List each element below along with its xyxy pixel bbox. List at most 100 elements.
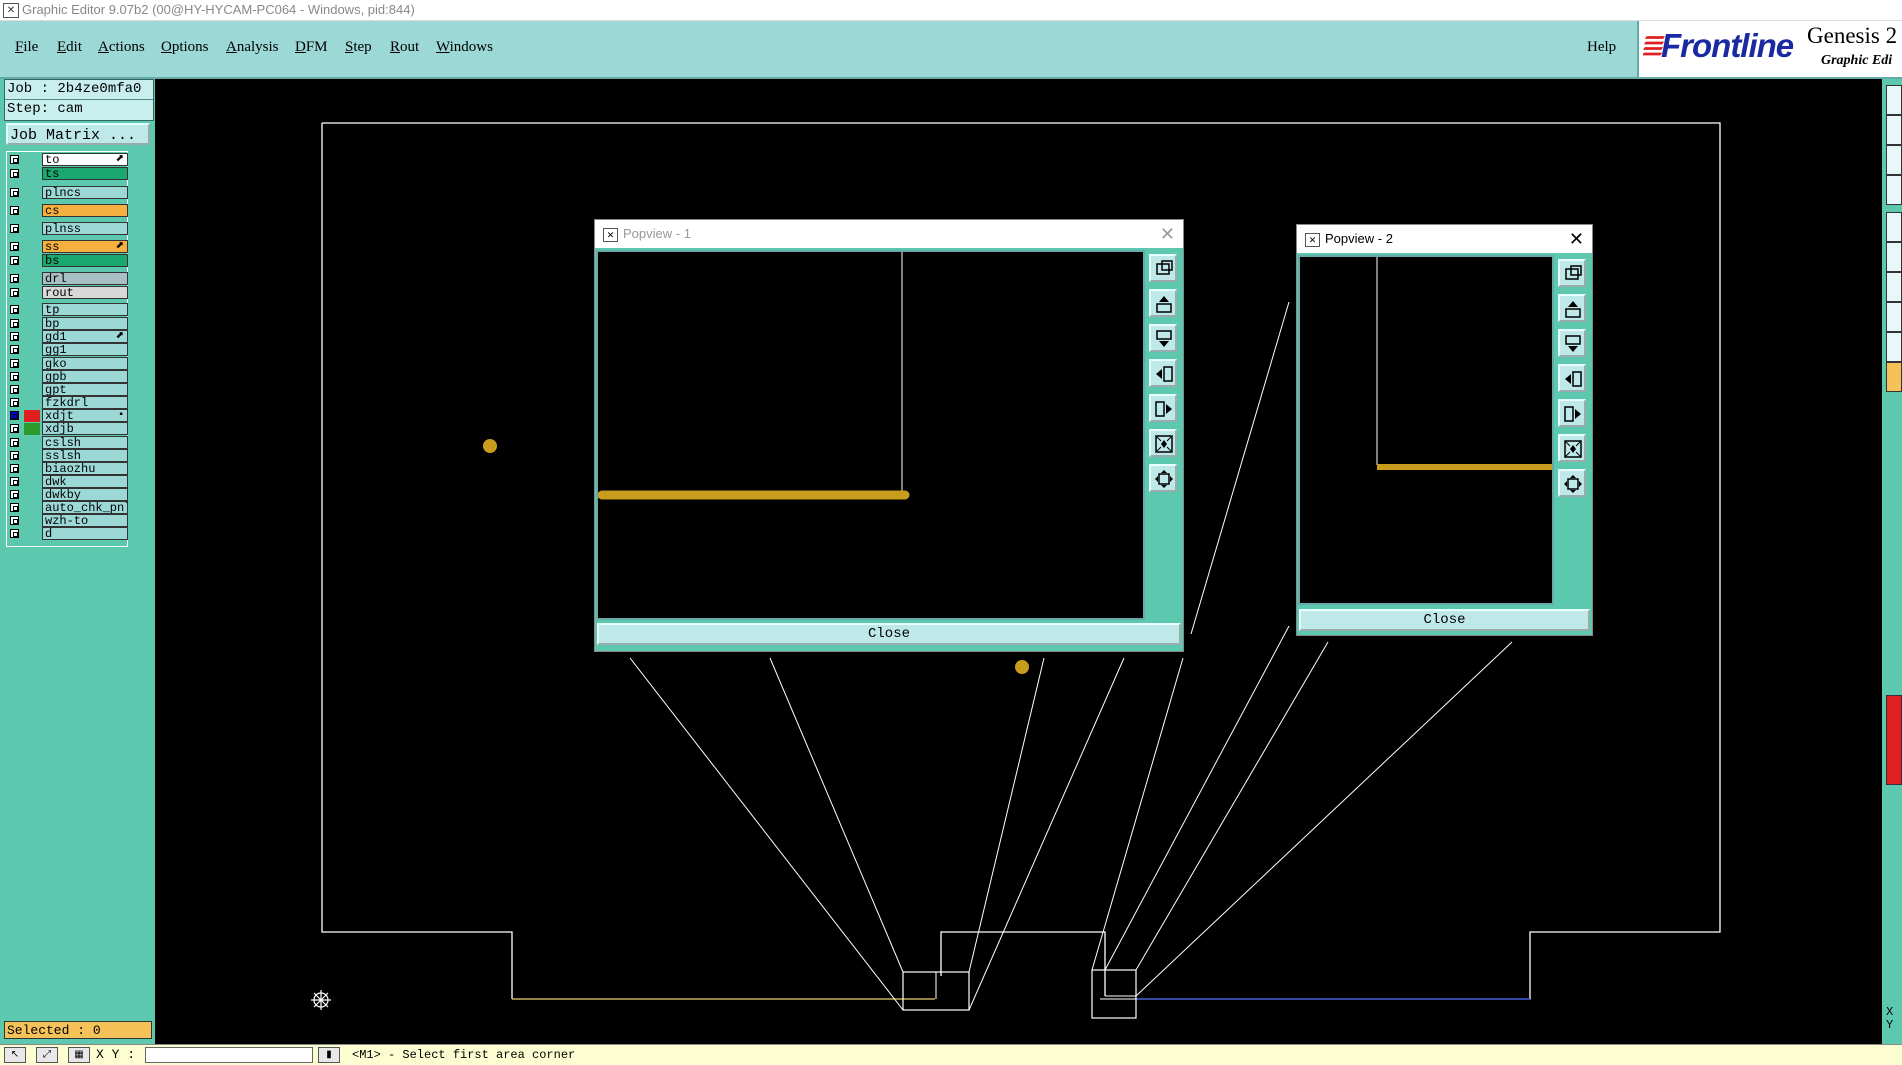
- layer-checkbox[interactable]: [10, 516, 19, 525]
- layer-checkbox[interactable]: [10, 242, 19, 251]
- layer-checkbox[interactable]: [10, 319, 19, 328]
- layer-row[interactable]: rout: [7, 286, 128, 300]
- layer-color-swatch[interactable]: [24, 223, 40, 235]
- layer-row[interactable]: plnss: [7, 222, 128, 236]
- layer-name[interactable]: gd1 ⬈: [42, 330, 128, 343]
- layer-row[interactable]: xdjt ▪: [7, 409, 128, 423]
- layer-color-swatch[interactable]: [24, 528, 40, 540]
- layer-name[interactable]: gko: [42, 357, 128, 370]
- layer-color-swatch[interactable]: [24, 331, 40, 343]
- layer-color-swatch[interactable]: [24, 168, 40, 180]
- layer-checkbox[interactable]: [10, 411, 19, 420]
- layer-checkbox[interactable]: [10, 359, 19, 368]
- layer-color-swatch[interactable]: [24, 154, 40, 166]
- layer-row[interactable]: gko: [7, 357, 128, 371]
- layer-color-swatch[interactable]: [24, 450, 40, 462]
- layer-checkbox[interactable]: [10, 398, 19, 407]
- layer-name[interactable]: cs: [42, 204, 128, 217]
- popview-2-zoom-in-button[interactable]: [1558, 434, 1586, 462]
- layer-checkbox[interactable]: [10, 256, 19, 265]
- popview-1-close-button[interactable]: Close: [597, 623, 1181, 645]
- popview-1-canvas[interactable]: [596, 250, 1145, 620]
- layer-name[interactable]: wzh-to: [42, 514, 128, 527]
- layer-name[interactable]: tp: [42, 303, 128, 316]
- layer-color-swatch[interactable]: [24, 371, 40, 383]
- layer-row[interactable]: auto_chk_pnl: [7, 501, 128, 515]
- layer-checkbox[interactable]: [10, 464, 19, 473]
- layer-row[interactable]: ts: [7, 167, 128, 181]
- layer-checkbox[interactable]: [10, 451, 19, 460]
- menu-help[interactable]: Help: [1587, 39, 1616, 56]
- layer-color-swatch[interactable]: [24, 515, 40, 527]
- layer-row[interactable]: xdjb: [7, 422, 128, 436]
- popview-1-pan-left-button[interactable]: [1149, 359, 1177, 387]
- layer-row[interactable]: cslsh: [7, 436, 128, 450]
- layer-row[interactable]: gd1 ⬈: [7, 330, 128, 344]
- layer-color-swatch[interactable]: [24, 397, 40, 409]
- layer-checkbox[interactable]: [10, 529, 19, 538]
- layer-color-swatch[interactable]: [24, 273, 40, 285]
- layer-checkbox[interactable]: [10, 274, 19, 283]
- layer-color-swatch[interactable]: [24, 304, 40, 316]
- layer-name[interactable]: dwk: [42, 475, 128, 488]
- layer-name[interactable]: ts: [42, 167, 128, 180]
- layer-name[interactable]: xdjb: [42, 422, 128, 435]
- popview-1-pan-right-button[interactable]: [1149, 394, 1177, 422]
- layer-checkbox[interactable]: [10, 188, 19, 197]
- layer-name[interactable]: xdjt ▪: [42, 409, 128, 422]
- layer-checkbox[interactable]: [10, 385, 19, 394]
- menu-dfm[interactable]: DFM: [295, 39, 328, 56]
- job-matrix-button[interactable]: Job Matrix ...: [6, 123, 150, 145]
- right-tool-i-button[interactable]: [1886, 332, 1902, 362]
- layer-checkbox[interactable]: [10, 224, 19, 233]
- layer-row[interactable]: biaozhu: [7, 462, 128, 476]
- layer-color-swatch[interactable]: [24, 205, 40, 217]
- popview-1-zoom-home-button[interactable]: [1149, 254, 1177, 282]
- layer-checkbox[interactable]: [10, 206, 19, 215]
- right-tool-j-button[interactable]: [1886, 362, 1902, 392]
- layer-row[interactable]: bp: [7, 317, 128, 331]
- layer-row[interactable]: wzh-to: [7, 514, 128, 528]
- layer-name[interactable]: gpt: [42, 383, 128, 396]
- layer-row[interactable]: dwkby: [7, 488, 128, 502]
- snap-toggle-button[interactable]: ▮: [318, 1047, 340, 1063]
- layer-color-swatch[interactable]: [24, 489, 40, 501]
- layer-checkbox[interactable]: [10, 155, 19, 164]
- layer-name[interactable]: gg1: [42, 343, 128, 356]
- layer-name[interactable]: rout: [42, 286, 128, 299]
- popview-2-close-button[interactable]: Close: [1299, 609, 1590, 631]
- layer-color-swatch[interactable]: [24, 502, 40, 514]
- layer-row[interactable]: gpt: [7, 383, 128, 397]
- layer-name[interactable]: to ⬈: [42, 153, 128, 166]
- right-tool-a-button[interactable]: [1886, 85, 1902, 115]
- layer-name[interactable]: fzkdrl: [42, 396, 128, 409]
- layer-color-swatch[interactable]: [24, 187, 40, 199]
- layer-name[interactable]: bs: [42, 254, 128, 267]
- layer-row[interactable]: bs: [7, 254, 128, 268]
- popview-2-close-icon[interactable]: ✕: [1569, 225, 1584, 253]
- layer-row[interactable]: to ⬈: [7, 153, 128, 167]
- menu-step[interactable]: Step: [345, 39, 372, 56]
- layer-checkbox[interactable]: [10, 424, 19, 433]
- layer-checkbox[interactable]: [10, 305, 19, 314]
- layer-row[interactable]: dwk: [7, 475, 128, 489]
- pointer-mode-button[interactable]: ↖: [4, 1047, 26, 1063]
- popview-2-pan-up-button[interactable]: [1558, 294, 1586, 322]
- layer-row[interactable]: fzkdrl: [7, 396, 128, 410]
- menu-edit[interactable]: Edit: [57, 39, 82, 56]
- layer-name[interactable]: biaozhu: [42, 462, 128, 475]
- layer-name[interactable]: d: [42, 527, 128, 540]
- layer-row[interactable]: tp: [7, 303, 128, 317]
- right-tool-f-button[interactable]: [1886, 242, 1902, 272]
- layer-checkbox[interactable]: [10, 332, 19, 341]
- right-tool-h-button[interactable]: [1886, 302, 1902, 332]
- layer-row[interactable]: gg1: [7, 343, 128, 357]
- layer-row[interactable]: ss ⬈: [7, 240, 128, 254]
- popview-1-zoom-out-button[interactable]: [1149, 464, 1177, 492]
- layer-checkbox[interactable]: [10, 345, 19, 354]
- layer-color-swatch[interactable]: [24, 318, 40, 330]
- menu-windows[interactable]: Windows: [436, 39, 493, 56]
- layer-name[interactable]: drl: [42, 272, 128, 285]
- layer-checkbox[interactable]: [10, 288, 19, 297]
- layer-name[interactable]: dwkby: [42, 488, 128, 501]
